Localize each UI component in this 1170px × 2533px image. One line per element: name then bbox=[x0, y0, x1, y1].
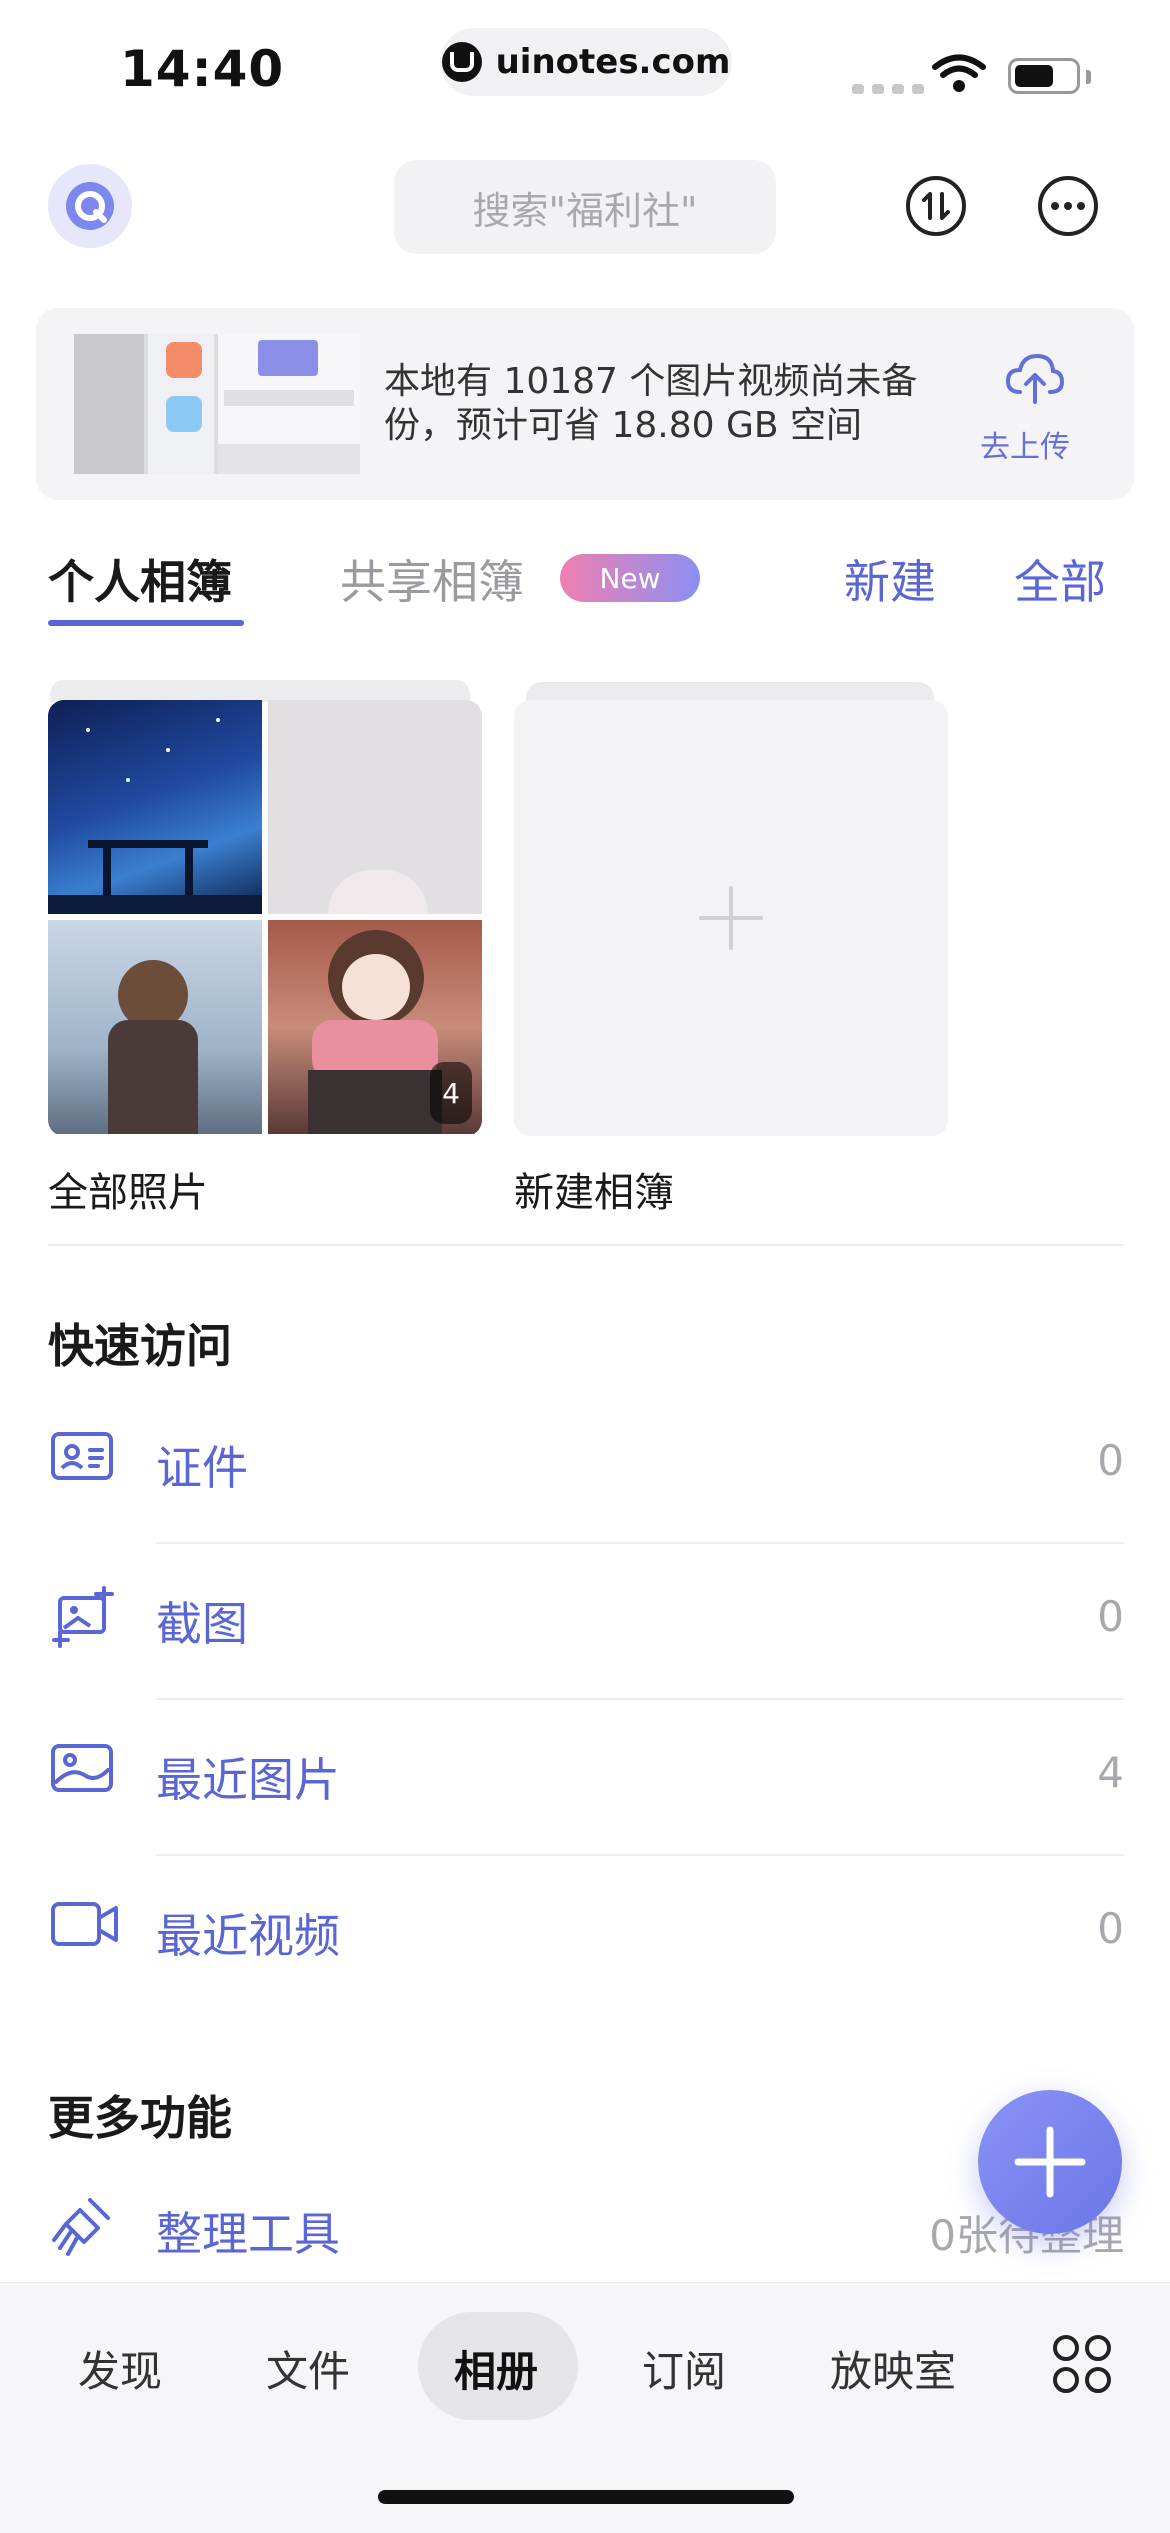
site-logo-icon bbox=[441, 42, 482, 82]
album-all-photos[interactable]: 4 bbox=[48, 700, 482, 1136]
backup-preview-thumbnails bbox=[74, 334, 360, 474]
quick-access-title: 快速访问 bbox=[48, 1319, 232, 1373]
image-icon bbox=[50, 1740, 120, 1810]
id-card-icon bbox=[50, 1428, 120, 1498]
screenshot-icon bbox=[50, 1584, 120, 1654]
cellular-signal-icon bbox=[852, 84, 924, 94]
cloud-logo-icon bbox=[66, 182, 114, 230]
url-bar[interactable]: uinotes.com bbox=[440, 28, 732, 96]
nav-item-files[interactable]: 文件 bbox=[266, 2338, 350, 2399]
quick-access-label: 最近视频 bbox=[156, 1909, 340, 1963]
quick-access-item-recent-images[interactable]: 最近图片 4 bbox=[0, 1700, 1170, 1856]
nav-item-discover[interactable]: 发现 bbox=[78, 2338, 162, 2399]
quick-access-count: 0 bbox=[1097, 1592, 1124, 1641]
new-badge: New bbox=[560, 554, 700, 602]
more-features-title: 更多功能 bbox=[48, 2091, 232, 2145]
tab-shared-albums[interactable]: 共享相簿 bbox=[340, 546, 524, 612]
album-name[interactable]: 新建相簿 bbox=[514, 1160, 674, 1218]
album-name[interactable]: 全部照片 bbox=[48, 1160, 208, 1218]
video-icon bbox=[50, 1896, 124, 1966]
quick-access-item-id[interactable]: 证件 0 bbox=[0, 1388, 1170, 1544]
more-button[interactable] bbox=[1038, 176, 1098, 236]
more-icon bbox=[1051, 202, 1085, 210]
wifi-icon bbox=[932, 54, 986, 98]
upload-button[interactable]: 去上传 bbox=[980, 422, 1070, 466]
quick-access-count: 0 bbox=[1097, 1436, 1124, 1485]
quick-access-label: 截图 bbox=[156, 1597, 248, 1651]
album-stack-shadow bbox=[50, 680, 470, 702]
photo-thumbnail bbox=[48, 700, 262, 914]
status-time: 14:40 bbox=[120, 40, 285, 98]
quick-access-label: 证件 bbox=[156, 1441, 248, 1495]
photo-thumbnail bbox=[48, 920, 262, 1134]
photo-thumbnail bbox=[268, 700, 482, 914]
battery-icon bbox=[1008, 58, 1080, 94]
backup-message: 本地有 10187 个图片视频尚未备份，预计可省 18.80 GB 空间 bbox=[384, 361, 918, 446]
search-input[interactable]: 搜索"福利社" bbox=[394, 160, 776, 254]
tab-active-indicator bbox=[48, 620, 244, 626]
album-count-badge: 4 bbox=[430, 1062, 472, 1124]
create-album-link[interactable]: 新建 bbox=[844, 546, 936, 612]
quick-access-count: 4 bbox=[1097, 1748, 1124, 1797]
home-indicator bbox=[378, 2490, 794, 2504]
url-text: uinotes.com bbox=[495, 42, 731, 82]
new-album-card[interactable] bbox=[514, 700, 948, 1136]
quick-access-item-screenshot[interactable]: 截图 0 bbox=[0, 1544, 1170, 1700]
nav-item-albums[interactable]: 相册 bbox=[454, 2338, 538, 2399]
divider bbox=[48, 1244, 1124, 1246]
quick-access-count: 0 bbox=[1097, 1904, 1124, 1953]
quick-access-label: 最近图片 bbox=[156, 1753, 340, 1807]
avatar[interactable] bbox=[48, 164, 132, 248]
broom-icon bbox=[50, 2194, 120, 2264]
tab-personal-albums[interactable]: 个人相簿 bbox=[48, 546, 232, 612]
upload-cloud-icon[interactable] bbox=[1004, 352, 1066, 410]
transfer-button[interactable] bbox=[906, 176, 966, 236]
battery-tip bbox=[1086, 70, 1091, 84]
nav-item-screening-room[interactable]: 放映室 bbox=[830, 2338, 956, 2399]
apps-grid-icon[interactable] bbox=[1052, 2334, 1112, 2398]
add-fab-button[interactable] bbox=[978, 2090, 1122, 2234]
plus-icon bbox=[699, 886, 763, 950]
photo-thumbnail: 4 bbox=[268, 920, 482, 1134]
nav-item-subscribe[interactable]: 订阅 bbox=[642, 2338, 726, 2399]
transfer-icon bbox=[922, 192, 950, 220]
more-features-label: 整理工具 bbox=[156, 2207, 340, 2261]
all-albums-link[interactable]: 全部 bbox=[1014, 546, 1106, 612]
plus-icon bbox=[1014, 2126, 1086, 2198]
quick-access-item-recent-videos[interactable]: 最近视频 0 bbox=[0, 1856, 1170, 2012]
